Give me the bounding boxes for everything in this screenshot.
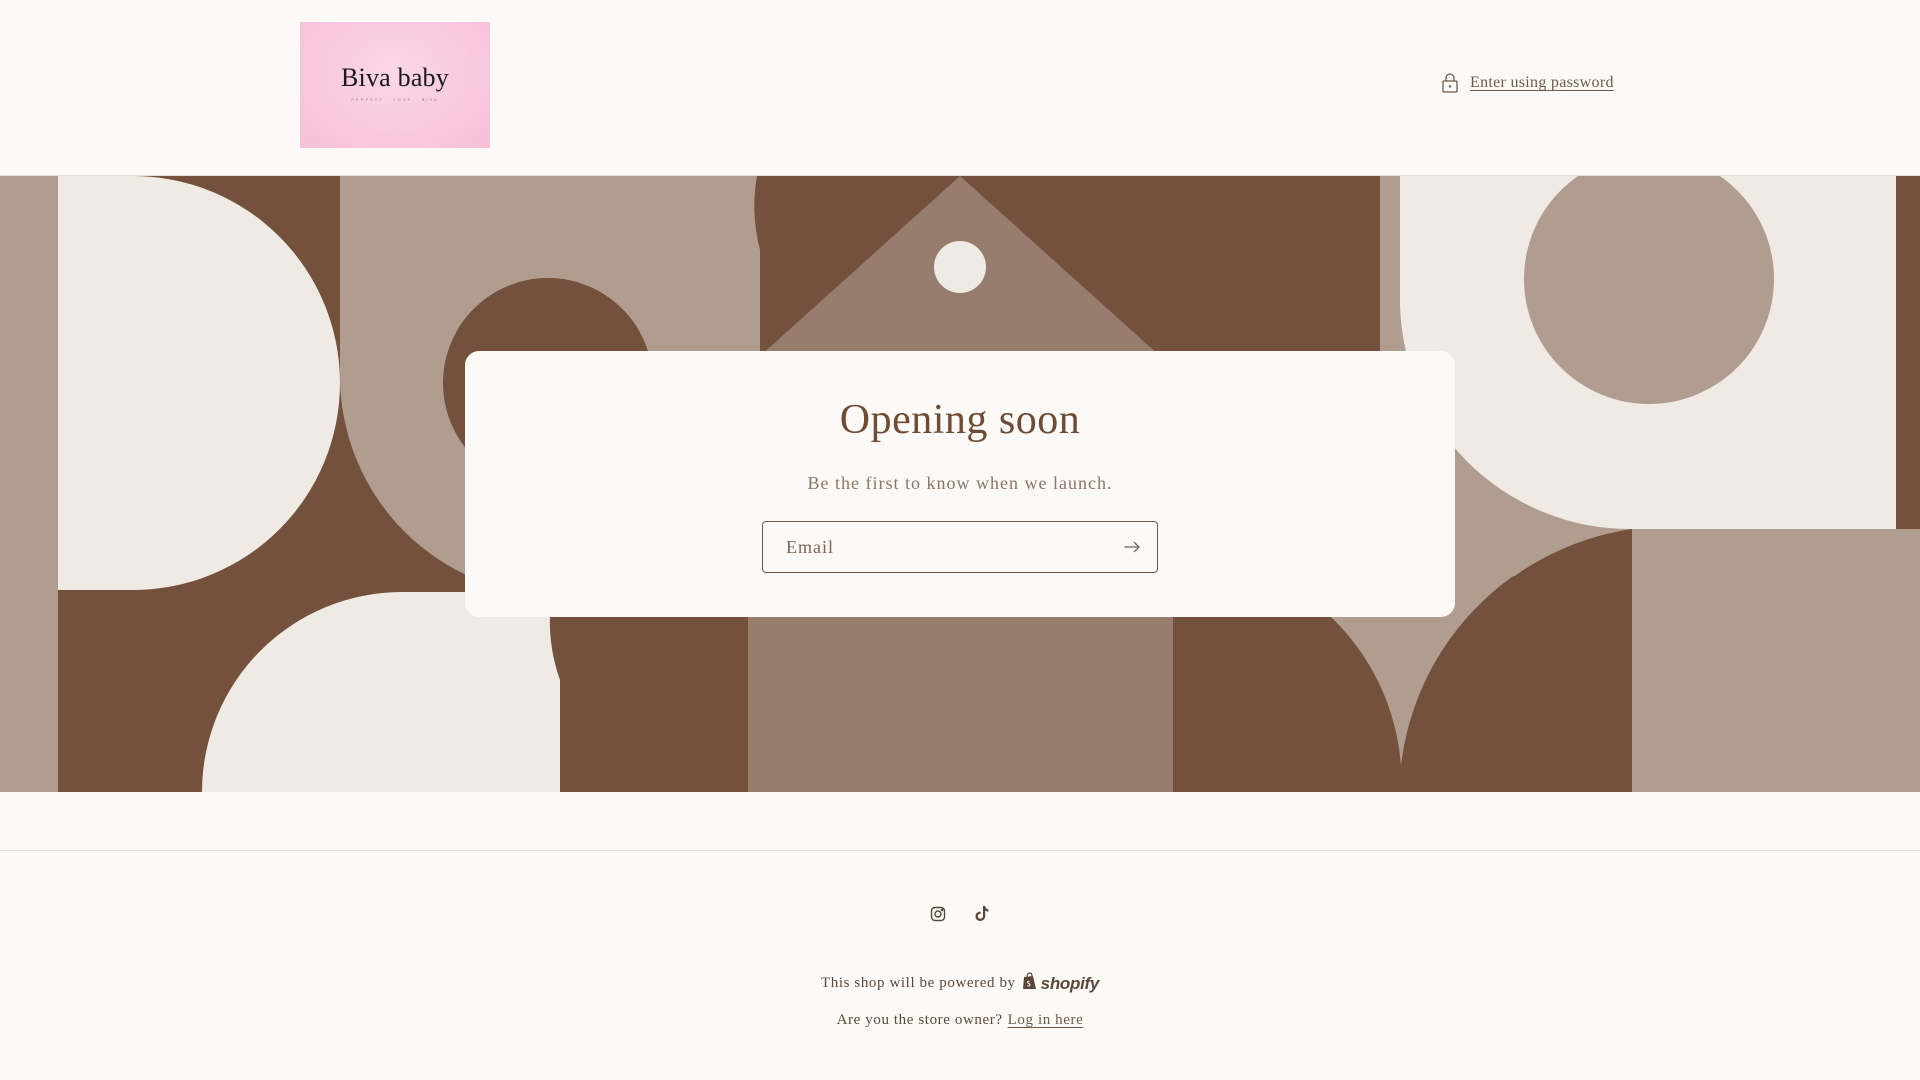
email-field (762, 521, 1158, 573)
logo-tagline: PERFECT · LOVE · BIVA (351, 96, 439, 102)
powered-by: This shop will be powered by shopify (0, 972, 1920, 995)
shopify-logo-link[interactable]: shopify (1022, 972, 1099, 995)
launch-subtitle: Be the first to know when we launch. (807, 473, 1113, 493)
enter-password-link[interactable]: Enter using password (1440, 72, 1614, 94)
hero-banner: Opening soon Be the first to know when w… (0, 176, 1920, 792)
page-title: Opening soon (839, 397, 1081, 443)
email-input[interactable] (764, 523, 1104, 571)
instagram-icon (930, 906, 946, 927)
pattern-left-strip (0, 176, 58, 792)
shopify-wordmark: shopify (1040, 973, 1100, 993)
social-links (0, 906, 1920, 926)
owner-question: Are you the store owner? (836, 1012, 1003, 1028)
powered-by-text: This shop will be powered by (820, 975, 1016, 991)
arrow-right-icon (1124, 541, 1140, 553)
lock-icon (1440, 72, 1460, 94)
store-owner-line: Are you the store owner? Log in here (0, 1012, 1920, 1029)
pattern-mid-rect (748, 616, 1173, 792)
footer-divider (0, 850, 1920, 851)
tiktok-link[interactable] (972, 906, 992, 926)
site-header: Biva baby PERFECT · LOVE · BIVA Enter us… (0, 0, 1920, 176)
pattern-triangle-dot (934, 241, 986, 293)
shopify-bag-icon (1022, 972, 1038, 995)
pattern-right-edge (1896, 176, 1920, 529)
instagram-link[interactable] (928, 906, 948, 926)
logo-title: Biva baby (341, 62, 449, 92)
subscribe-button[interactable] (1108, 523, 1156, 571)
newsletter-card: Opening soon Be the first to know when w… (465, 351, 1455, 617)
pattern-taupe-block (1632, 529, 1920, 792)
store-logo[interactable]: Biva baby PERFECT · LOVE · BIVA (300, 22, 490, 148)
tiktok-icon (974, 905, 990, 927)
enter-password-label: Enter using password (1470, 74, 1614, 91)
login-link[interactable]: Log in here (1008, 1012, 1084, 1029)
